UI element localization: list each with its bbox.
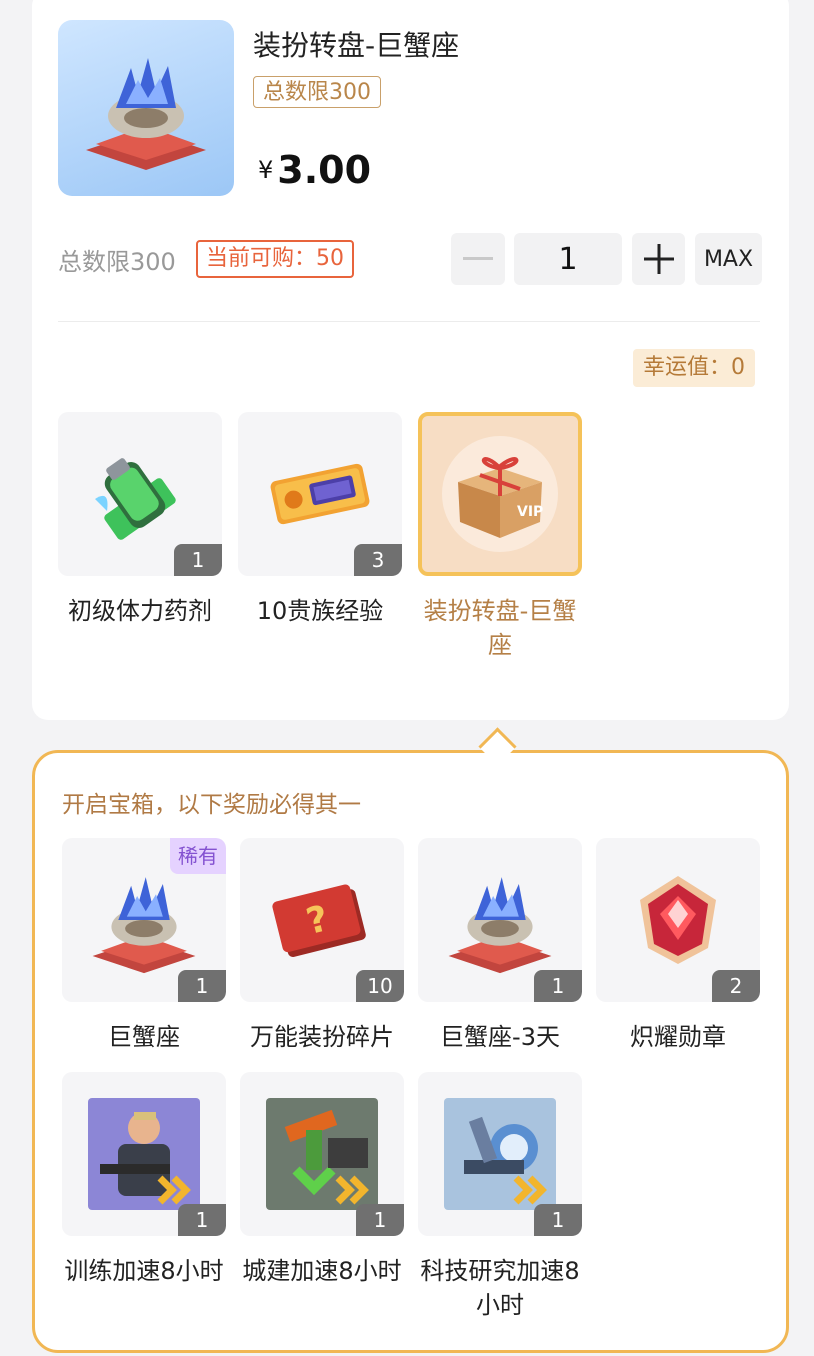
construction-speedup-icon	[266, 1098, 378, 1210]
item-name: 巨蟹座-3天	[440, 1023, 560, 1051]
reward-item[interactable]: 1 科技研究加速8小时	[418, 1072, 582, 1322]
item-name: 巨蟹座	[108, 1023, 180, 1051]
luck-value-badge: 幸运值：0	[633, 349, 755, 387]
item-count: 1	[178, 970, 226, 1002]
item-name: 炽耀勋章	[630, 1023, 726, 1051]
reward-item[interactable]: 1 训练加速8小时	[62, 1072, 226, 1288]
item-thumbnail: 2	[596, 838, 760, 1002]
quantity-input[interactable]: 1	[514, 233, 622, 285]
item-count: 2	[712, 970, 760, 1002]
max-quantity-button[interactable]: MAX	[695, 233, 762, 285]
item-name: 训练加速8小时	[64, 1257, 224, 1285]
limit-tag: 总数限300	[253, 76, 381, 108]
item-name: 装扮转盘-巨蟹座	[423, 597, 577, 659]
rewards-title: 开启宝箱，以下奖励必得其一	[62, 792, 361, 818]
training-speedup-icon	[88, 1098, 200, 1210]
cancer-pedestal-icon	[448, 877, 552, 974]
item-thumbnail: 1	[62, 1072, 226, 1236]
item-thumbnail: VIP	[418, 412, 582, 576]
stamina-potion-icon	[95, 458, 176, 540]
item-name: 10贵族经验	[256, 597, 384, 625]
mystery-card-icon: ?	[272, 884, 366, 957]
plus-icon	[643, 244, 674, 274]
item-count: 3	[354, 544, 402, 576]
research-speedup-icon	[444, 1098, 556, 1210]
svg-text:VIP: VIP	[517, 504, 543, 520]
rare-badge: 稀有	[170, 838, 226, 874]
increase-quantity-button[interactable]	[632, 233, 685, 285]
item-thumbnail: 1	[58, 412, 222, 576]
item-thumbnail: 3	[238, 412, 402, 576]
cancer-pedestal-icon	[92, 877, 196, 974]
red-medal-icon	[640, 876, 716, 964]
item-count: 1	[534, 1204, 582, 1236]
reward-item[interactable]: 稀有 1 巨蟹座	[62, 838, 226, 1054]
item-thumbnail: ? 10	[240, 838, 404, 1002]
can-buy-badge: 当前可购：50	[196, 240, 354, 278]
reward-item[interactable]: 1 城建加速8小时	[240, 1072, 404, 1288]
item-name: 科技研究加速8小时	[420, 1257, 580, 1319]
item-thumbnail: 1	[418, 838, 582, 1002]
product-thumbnail	[58, 20, 234, 196]
product-title: 装扮转盘-巨蟹座	[253, 29, 460, 62]
item-count: 1	[356, 1204, 404, 1236]
item-thumbnail: 稀有 1	[62, 838, 226, 1002]
item-count: 1	[174, 544, 222, 576]
minus-icon	[463, 257, 493, 260]
noble-exp-ticket-icon	[270, 463, 370, 525]
item-name: 城建加速8小时	[242, 1257, 402, 1285]
item-count: 10	[356, 970, 404, 1002]
bundle-item-selected[interactable]: VIP 装扮转盘-巨蟹座	[418, 412, 582, 662]
reward-item[interactable]: 1 巨蟹座-3天	[418, 838, 582, 1054]
total-limit-text: 总数限300	[58, 248, 176, 276]
bundle-item[interactable]: 1 初级体力药剂	[58, 412, 222, 628]
item-count: 1	[178, 1204, 226, 1236]
reward-item[interactable]: ? 10 万能装扮碎片	[240, 838, 404, 1054]
bundle-item[interactable]: 3 10贵族经验	[238, 412, 402, 628]
reward-item[interactable]: 2 炽耀勋章	[596, 838, 760, 1054]
item-name: 初级体力药剂	[68, 597, 212, 625]
currency-symbol: ¥	[258, 156, 274, 184]
price-amount: 3.00	[277, 148, 372, 192]
gift-box-icon: VIP	[442, 436, 558, 552]
item-thumbnail: 1	[240, 1072, 404, 1236]
cancer-pedestal-icon	[86, 58, 206, 170]
item-thumbnail: 1	[418, 1072, 582, 1236]
decrease-quantity-button[interactable]	[451, 233, 505, 285]
item-name: 万能装扮碎片	[250, 1023, 394, 1051]
item-count: 1	[534, 970, 582, 1002]
divider	[58, 321, 760, 322]
price: ¥3.00	[258, 148, 371, 192]
